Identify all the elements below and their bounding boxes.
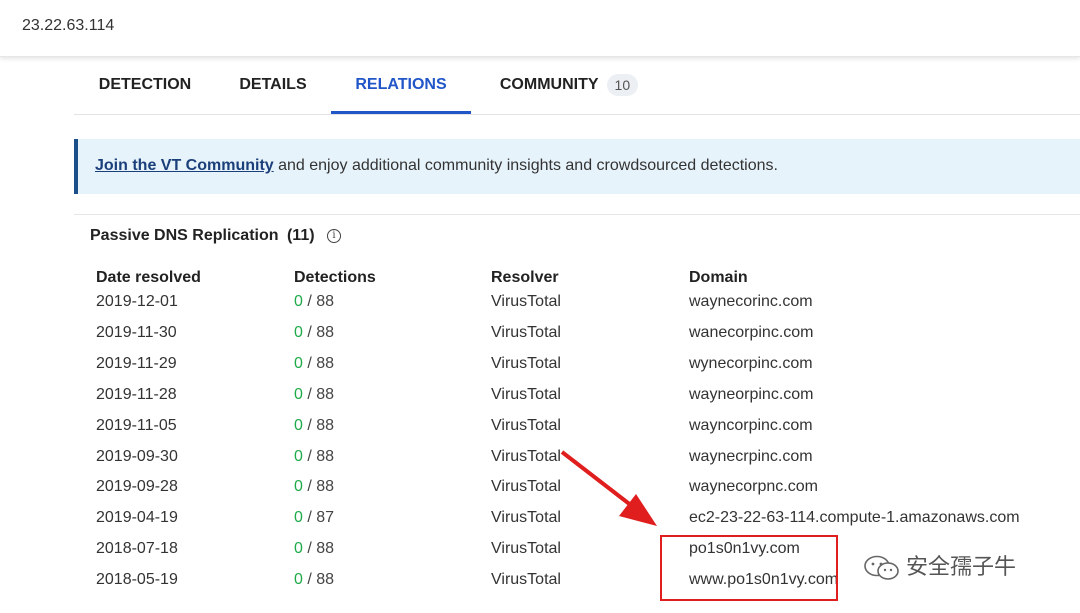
- table-row: 2019-12-01 0 / 88 VirusTotal waynecorinc.co…: [0, 293, 1080, 324]
- detections-positive: 0: [294, 571, 303, 589]
- search-query[interactable]: 23.22.63.114: [22, 17, 114, 35]
- table-row: 2019-09-28 0 / 88 VirusTotal waynecorpnc.co…: [0, 478, 1080, 509]
- domain-link[interactable]: wayncorpinc.com: [689, 417, 813, 435]
- section-divider: [74, 214, 1080, 215]
- table-row: 2019-11-29 0 / 88 VirusTotal wynecorpinc.co…: [0, 355, 1080, 386]
- banner-text: and enjoy additional community insights …: [273, 157, 778, 174]
- tab-label: DETECTION: [98, 76, 192, 93]
- column-header-date[interactable]: Date resolved: [96, 269, 201, 287]
- resolver-cell: VirusTotal: [491, 323, 561, 341]
- table-row: 2019-04-19 0 / 87 VirusTotal ec2-23-22-63-1…: [0, 509, 1080, 540]
- resolver-cell: VirusTotal: [491, 509, 561, 527]
- tab-relations[interactable]: RELATIONS: [331, 62, 471, 114]
- tab-label: COMMUNITY: [499, 76, 599, 93]
- resolver-cell: VirusTotal: [491, 447, 561, 465]
- domain-link[interactable]: wanecorpinc.com: [689, 324, 814, 342]
- join-community-link[interactable]: Join the VT Community: [95, 157, 274, 174]
- detections-cell: 0 / 88: [294, 540, 334, 558]
- domain-link[interactable]: waynecrpinc.com: [689, 448, 813, 466]
- section-title: Passive DNS Replication (11) i: [90, 227, 341, 245]
- table-row: 2019-11-28 0 / 88 VirusTotal wayneorpinc.co…: [0, 386, 1080, 417]
- date-resolved-cell: 2019-12-01: [96, 293, 178, 310]
- tab-label: DETAILS: [239, 76, 307, 93]
- detections-cell: 0 / 87: [294, 509, 334, 527]
- resolver-cell: VirusTotal: [491, 293, 561, 310]
- domain-link[interactable]: waynecorinc.com: [689, 293, 813, 311]
- detections-total: / 88: [302, 540, 335, 558]
- resolver-cell: VirusTotal: [491, 385, 561, 403]
- detections-total: / 87: [302, 509, 335, 527]
- watermark: 安全孺子牛: [862, 549, 1016, 582]
- detections-total: / 88: [302, 385, 335, 403]
- table-row: 2019-11-30 0 / 88 VirusTotal wanecorpinc.co…: [0, 324, 1080, 355]
- tab-detection[interactable]: DETECTION: [74, 62, 216, 114]
- section-count: (11): [286, 227, 315, 244]
- domain-link[interactable]: wayneorpinc.com: [689, 386, 814, 404]
- date-resolved-cell: 2019-04-19: [96, 509, 178, 527]
- detections-cell: 0 / 88: [294, 448, 334, 466]
- resolver-cell: VirusTotal: [491, 571, 561, 589]
- section-title-text: Passive DNS Replication: [90, 227, 279, 244]
- resolver-cell: VirusTotal: [491, 354, 561, 372]
- date-resolved-cell: 2019-11-05: [96, 416, 177, 434]
- wechat-icon: [864, 555, 899, 580]
- community-count-badge: 10: [606, 73, 639, 96]
- detections-positive: 0: [294, 354, 303, 372]
- detections-total: / 88: [302, 447, 335, 465]
- domain-link[interactable]: wynecorpinc.com: [689, 355, 813, 373]
- detections-positive: 0: [294, 478, 303, 496]
- column-header-detections[interactable]: Detections: [294, 269, 376, 287]
- resolver-cell: VirusTotal: [491, 540, 561, 558]
- detections-total: / 88: [302, 354, 335, 372]
- detections-positive: 0: [294, 447, 303, 465]
- detections-cell: 0 / 88: [294, 355, 334, 373]
- detections-cell: 0 / 88: [294, 386, 334, 404]
- date-resolved-cell: 2018-07-18: [96, 540, 178, 558]
- detections-total: / 88: [302, 416, 335, 434]
- detections-positive: 0: [294, 509, 303, 527]
- tab-bar: DETECTION DETAILS RELATIONS COMMUNITY 10: [74, 62, 1080, 115]
- resolver-cell: VirusTotal: [491, 478, 561, 496]
- tab-details[interactable]: DETAILS: [216, 62, 330, 114]
- watermark-text: 安全孺子牛: [906, 555, 1017, 580]
- table-row: 2019-11-05 0 / 88 VirusTotal wayncorpinc.co…: [0, 417, 1080, 448]
- detections-total: / 88: [302, 323, 335, 341]
- date-resolved-cell: 2019-11-30: [96, 323, 177, 341]
- column-header-domain[interactable]: Domain: [689, 269, 748, 287]
- detections-cell: 0 / 88: [294, 324, 334, 342]
- domain-link[interactable]: ec2-23-22-63-114.compute-1.amazonaws.com: [689, 509, 1020, 527]
- detections-total: / 88: [302, 293, 335, 310]
- tab-community[interactable]: COMMUNITY 10: [484, 62, 654, 114]
- table-row: 2019-09-30 0 / 88 VirusTotal waynecrpinc.co…: [0, 448, 1080, 479]
- tab-label: RELATIONS: [355, 76, 447, 93]
- column-header-resolver[interactable]: Resolver: [491, 269, 559, 287]
- community-banner: Join the VT Community and enjoy addition…: [74, 139, 1080, 194]
- detections-cell: 0 / 88: [294, 571, 334, 589]
- detections-positive: 0: [294, 385, 303, 403]
- detections-cell: 0 / 88: [294, 417, 334, 435]
- detections-cell: 0 / 88: [294, 293, 334, 311]
- resolver-cell: VirusTotal: [491, 416, 561, 434]
- detections-positive: 0: [294, 323, 303, 341]
- info-icon[interactable]: i: [327, 228, 341, 243]
- detections-total: / 88: [302, 478, 335, 496]
- search-bar[interactable]: 23.22.63.114: [0, 0, 1080, 57]
- detections-positive: 0: [294, 416, 303, 434]
- domain-link[interactable]: waynecorpnc.com: [689, 478, 818, 496]
- date-resolved-cell: 2019-11-28: [96, 385, 177, 403]
- date-resolved-cell: 2019-11-29: [96, 354, 177, 372]
- detections-positive: 0: [294, 293, 303, 310]
- date-resolved-cell: 2019-09-28: [96, 478, 178, 496]
- detections-total: / 88: [302, 571, 335, 589]
- detections-cell: 0 / 88: [294, 478, 334, 496]
- annotation-highlight-box: [660, 535, 838, 601]
- date-resolved-cell: 2018-05-19: [96, 571, 178, 589]
- date-resolved-cell: 2019-09-30: [96, 447, 178, 465]
- detections-positive: 0: [294, 540, 303, 558]
